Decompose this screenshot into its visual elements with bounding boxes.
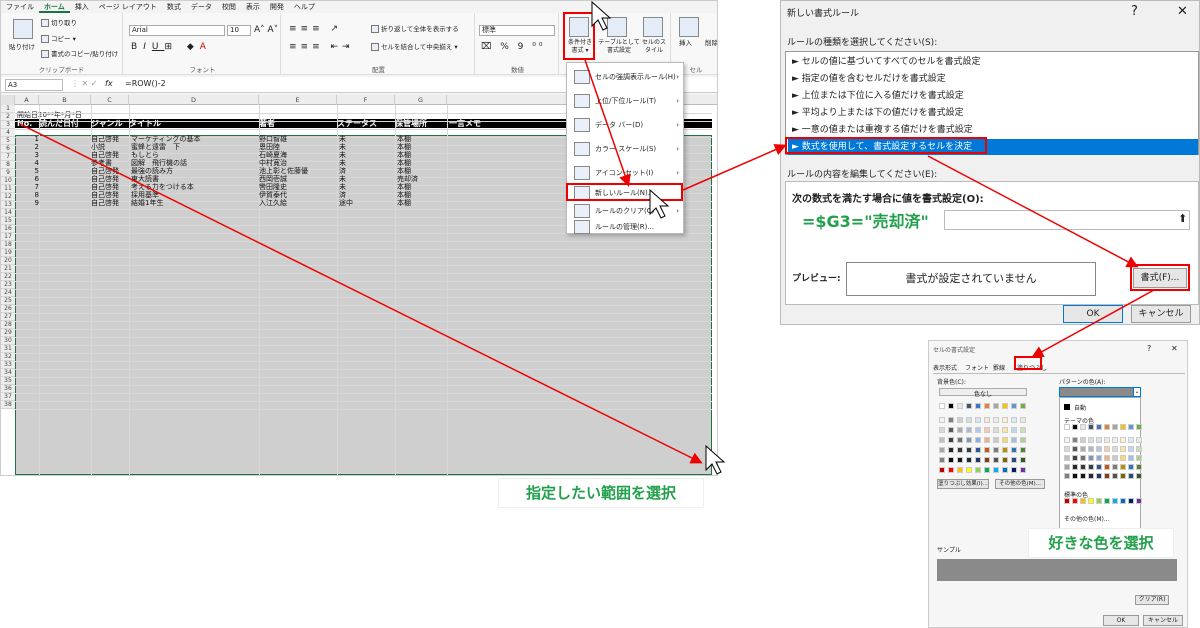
arrow-to-dialog (682, 144, 787, 191)
cursor-icon (591, 0, 726, 475)
annotation-arrows (19, 0, 1155, 475)
arrow-to-format (927, 155, 1139, 268)
arrow-to-fill (1031, 289, 1155, 358)
arrow-to-new-rule (584, 59, 631, 187)
arrow-range (19, 123, 703, 464)
